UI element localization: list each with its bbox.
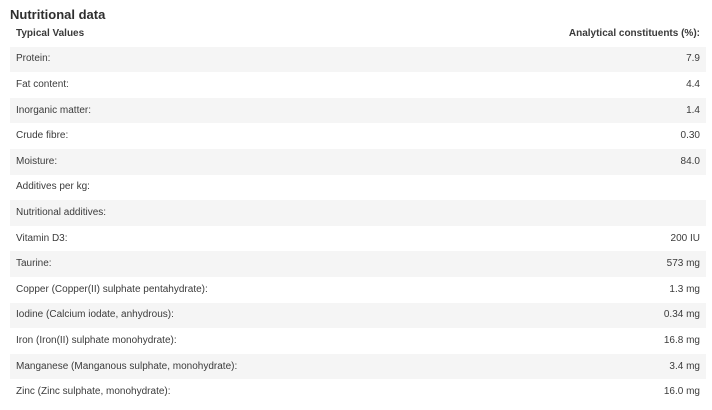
- table-row: Additives per kg:: [10, 175, 706, 201]
- table-row: Manganese (Manganous sulphate, monohydra…: [10, 353, 706, 380]
- row-value: 3.4 mg: [669, 360, 700, 372]
- row-label: Iodine (Calcium iodate, anhydrous):: [16, 309, 174, 321]
- row-value: 1.4: [686, 104, 700, 116]
- row-value: 84.0: [680, 155, 700, 167]
- row-value: 4.4: [686, 78, 700, 90]
- row-label: Nutritional additives:: [16, 206, 107, 218]
- row-label: Crude fibre:: [16, 130, 69, 142]
- row-label: Fat content:: [16, 78, 69, 90]
- nutrition-table: Typical Values Analytical constituents (…: [10, 21, 706, 405]
- row-label: Vitamin D3:: [16, 232, 68, 244]
- table-row: Crude fibre: 0.30: [10, 123, 706, 149]
- row-value: 1.3 mg: [669, 283, 700, 295]
- table-row: Vitamin D3: 200 IU: [10, 226, 706, 252]
- row-label: Taurine:: [16, 258, 52, 270]
- row-value: 16.8 mg: [663, 334, 700, 346]
- row-value: 0.34 mg: [663, 309, 700, 321]
- row-label: Protein:: [16, 53, 51, 65]
- row-label: Manganese (Manganous sulphate, monohydra…: [16, 360, 238, 372]
- row-value: 0.30: [680, 130, 700, 142]
- row-value: 16.0 mg: [663, 386, 700, 398]
- row-label: Additives per kg:: [16, 181, 90, 193]
- row-label: Moisture:: [16, 155, 58, 167]
- table-row: Moisture: 84.0: [10, 148, 706, 175]
- table-row: Iron (Iron(II) sulphate monohydrate): 16…: [10, 328, 706, 354]
- table-row: Nutritional additives:: [10, 200, 706, 226]
- table-row: Taurine: 573 mg: [10, 251, 706, 277]
- table-row: Fat content: 4.4: [10, 72, 706, 98]
- row-value: 573 mg: [666, 258, 700, 270]
- analytical-constituents-header: Analytical constituents (%):: [568, 27, 700, 39]
- row-label: Copper (Copper(II) sulphate pentahydrate…: [16, 283, 208, 295]
- row-label: Iron (Iron(II) sulphate monohydrate):: [16, 334, 177, 346]
- typical-values-header: Typical Values: [16, 27, 85, 39]
- row-label: Inorganic matter:: [16, 104, 92, 116]
- table-header-row: Typical Values Analytical constituents (…: [10, 21, 706, 47]
- row-value: 7.9: [686, 53, 700, 65]
- table-row: Zinc (Zinc sulphate, monohydrate): 16.0 …: [10, 379, 706, 405]
- nutrition-panel: Nutritional data Typical Values Analytic…: [0, 0, 712, 410]
- row-value: 200 IU: [670, 232, 700, 244]
- table-row: Iodine (Calcium iodate, anhydrous): 0.34…: [10, 302, 706, 329]
- table-row: Protein: 7.9: [10, 46, 706, 73]
- table-row: Inorganic matter: 1.4: [10, 97, 706, 124]
- row-label: Zinc (Zinc sulphate, monohydrate):: [16, 386, 171, 398]
- table-row: Copper (Copper(II) sulphate pentahydrate…: [10, 277, 706, 303]
